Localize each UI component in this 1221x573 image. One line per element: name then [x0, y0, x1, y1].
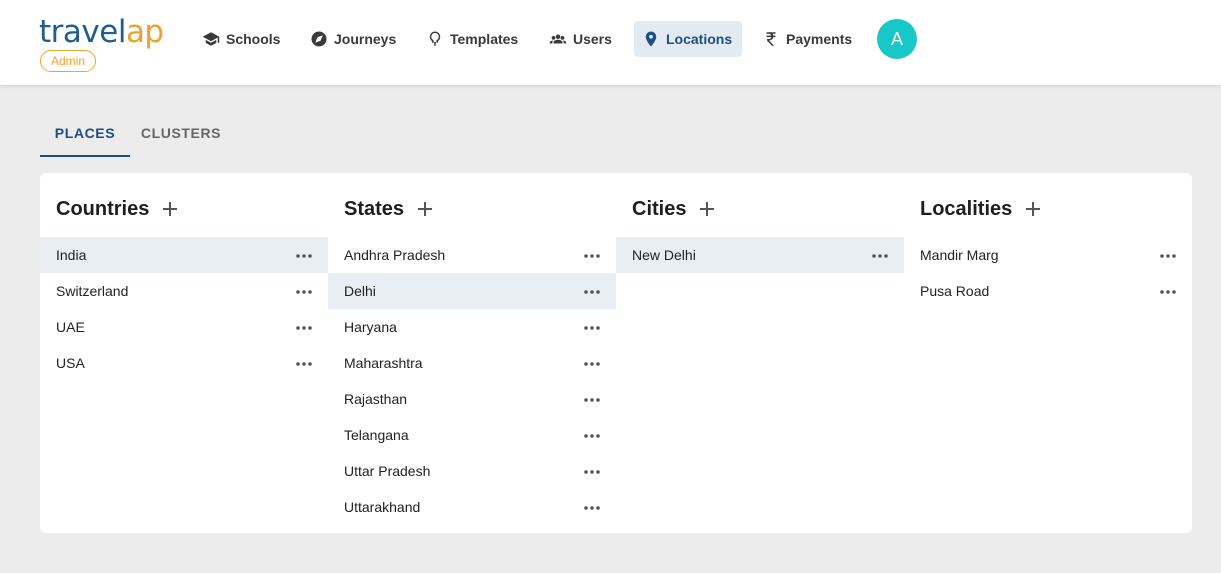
nav-label: Payments: [786, 31, 853, 47]
rupee-icon: [766, 32, 776, 46]
list-item-label: New Delhi: [632, 247, 696, 263]
states-header: States: [344, 195, 434, 223]
nav-label: Users: [573, 31, 612, 47]
localities-column: Localities Mandir Marg Pusa Road: [904, 173, 1192, 533]
user-avatar[interactable]: A: [877, 19, 917, 59]
more-options-icon[interactable]: [295, 249, 313, 261]
more-options-icon[interactable]: [583, 285, 601, 297]
cities-column: Cities New Delhi: [616, 173, 904, 533]
nav-payments[interactable]: Payments: [754, 21, 862, 57]
more-options-icon[interactable]: [583, 321, 601, 333]
list-item-label: Mandir Marg: [920, 247, 999, 263]
list-item-label: Pusa Road: [920, 283, 990, 299]
list-item-label: India: [56, 247, 87, 263]
list-item-label: Rajasthan: [344, 391, 408, 407]
nav-locations[interactable]: Locations: [634, 21, 743, 57]
nav-label: Templates: [450, 31, 519, 47]
list-item-label: Andhra Pradesh: [344, 247, 446, 263]
more-options-icon[interactable]: [583, 249, 601, 261]
localities-header: Localities: [920, 195, 1042, 223]
column-title: Cities: [632, 197, 687, 220]
more-options-icon[interactable]: [583, 357, 601, 369]
tab-places[interactable]: PLACES: [40, 113, 130, 157]
list-item-label: Haryana: [344, 319, 397, 335]
list-item-label: Maharashtra: [344, 355, 423, 371]
list-item[interactable]: Rajasthan: [328, 381, 616, 417]
cities-header: Cities: [632, 195, 716, 223]
more-options-icon[interactable]: [583, 465, 601, 477]
tab-clusters[interactable]: CLUSTERS: [136, 113, 226, 157]
more-options-icon[interactable]: [583, 429, 601, 441]
nav-label: Journeys: [334, 31, 397, 47]
list-item[interactable]: Maharashtra: [328, 345, 616, 381]
more-options-icon[interactable]: [583, 393, 601, 405]
list-item[interactable]: India: [40, 237, 328, 273]
list-item-label: Delhi: [344, 283, 376, 299]
template-icon: [429, 31, 441, 46]
list-item-label: Telangana: [344, 427, 409, 443]
list-item-label: Uttarakhand: [344, 499, 421, 515]
plus-icon[interactable]: [161, 200, 179, 218]
nav-label: Locations: [666, 31, 733, 47]
travelap-logo[interactable]: travelap Admin: [39, 14, 169, 76]
column-title: States: [344, 197, 405, 220]
list-item[interactable]: UAE: [40, 309, 328, 345]
places-panel: Countries India Switzerland UAE USA States An…: [40, 173, 1192, 533]
list-item[interactable]: Andhra Pradesh: [328, 237, 616, 273]
countries-header: Countries: [56, 195, 179, 223]
list-item[interactable]: Uttar Pradesh: [328, 453, 616, 489]
plus-icon[interactable]: [416, 200, 434, 218]
cities-list: New Delhi: [616, 237, 904, 273]
admin-badge: Admin: [40, 50, 96, 72]
states-list: Andhra Pradesh Delhi Haryana Maharashtra Raj…: [328, 237, 616, 525]
states-column: States Andhra Pradesh Delhi Haryana Maharash…: [328, 173, 616, 533]
nav-label: Schools: [226, 31, 281, 47]
list-item[interactable]: Uttarakhand: [328, 489, 616, 525]
list-item[interactable]: Pusa Road: [904, 273, 1192, 309]
top-header: travelap Admin Schools Journeys Template…: [0, 0, 1221, 85]
location-pin-icon: [645, 31, 657, 47]
nav-schools[interactable]: Schools: [194, 21, 290, 57]
more-options-icon[interactable]: [583, 501, 601, 513]
plus-icon[interactable]: [698, 200, 716, 218]
more-options-icon[interactable]: [871, 249, 889, 261]
users-icon: [549, 34, 567, 44]
nav-journeys[interactable]: Journeys: [302, 21, 406, 57]
list-item[interactable]: Telangana: [328, 417, 616, 453]
countries-list: India Switzerland UAE USA: [40, 237, 328, 381]
more-options-icon[interactable]: [1159, 249, 1177, 261]
logo-wordmark: travelap: [39, 14, 164, 50]
list-item[interactable]: Haryana: [328, 309, 616, 345]
more-options-icon[interactable]: [1159, 285, 1177, 297]
column-title: Localities: [920, 197, 1013, 220]
school-icon: [202, 32, 220, 46]
list-item-label: Switzerland: [56, 283, 129, 299]
list-item[interactable]: Delhi: [328, 273, 616, 309]
localities-list: Mandir Marg Pusa Road: [904, 237, 1192, 309]
nav-templates[interactable]: Templates: [418, 21, 528, 57]
list-item[interactable]: Mandir Marg: [904, 237, 1192, 273]
countries-column: Countries India Switzerland UAE USA: [40, 173, 328, 533]
list-item[interactable]: Switzerland: [40, 273, 328, 309]
column-title: Countries: [56, 197, 150, 220]
more-options-icon[interactable]: [295, 357, 313, 369]
list-item-label: USA: [56, 355, 85, 371]
list-item[interactable]: USA: [40, 345, 328, 381]
plus-icon[interactable]: [1024, 200, 1042, 218]
nav-users[interactable]: Users: [541, 21, 622, 57]
more-options-icon[interactable]: [295, 321, 313, 333]
more-options-icon[interactable]: [295, 285, 313, 297]
compass-icon: [311, 31, 327, 47]
list-item-label: UAE: [56, 319, 85, 335]
list-item[interactable]: New Delhi: [616, 237, 904, 273]
list-item-label: Uttar Pradesh: [344, 463, 431, 479]
